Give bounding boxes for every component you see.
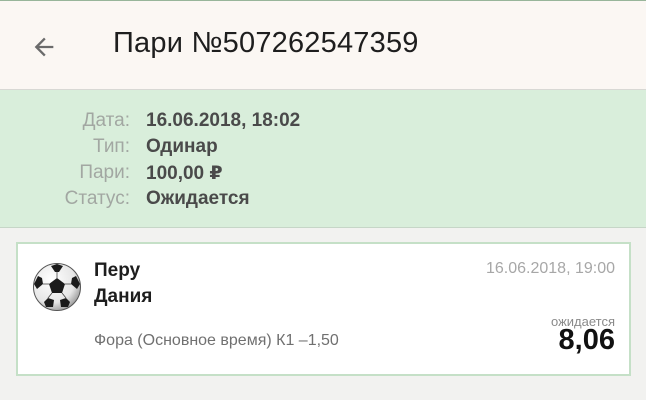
detail-row-date: Дата: 16.06.2018, 18:02 <box>0 110 646 136</box>
detail-row-status: Статус: Ожидается <box>0 188 646 214</box>
detail-row-stake: Пари: 100,00 ₽ <box>0 162 646 188</box>
arrow-left-icon <box>34 37 54 57</box>
team-home: Перу <box>94 260 141 281</box>
detail-row-type: Тип: Одинар <box>0 136 646 162</box>
event-card[interactable]: Перу Дания 16.06.2018, 19:00 Фора (Основ… <box>16 242 631 376</box>
stake-value: 100,00 ₽ <box>146 163 223 184</box>
team-away: Дания <box>94 286 153 307</box>
bet-details-panel: Дата: 16.06.2018, 18:02 Тип: Одинар Пари… <box>0 90 646 228</box>
date-label: Дата: <box>82 110 130 131</box>
type-label: Тип: <box>93 136 130 157</box>
date-value: 16.06.2018, 18:02 <box>146 110 301 131</box>
status-value: Ожидается <box>146 188 250 209</box>
event-date: 16.06.2018, 19:00 <box>485 260 615 277</box>
odds-value: 8,06 <box>558 324 615 356</box>
type-value: Одинар <box>146 136 218 157</box>
page-title: Пари №507262547359 <box>113 27 419 59</box>
app-header: Пари №507262547359 <box>0 0 646 90</box>
back-button[interactable] <box>24 27 64 67</box>
soccer-ball-icon <box>33 263 81 311</box>
bet-market: Фора (Основное время) К1 –1,50 <box>94 332 339 349</box>
stake-label: Пари: <box>79 162 130 183</box>
status-label: Статус: <box>64 188 130 209</box>
